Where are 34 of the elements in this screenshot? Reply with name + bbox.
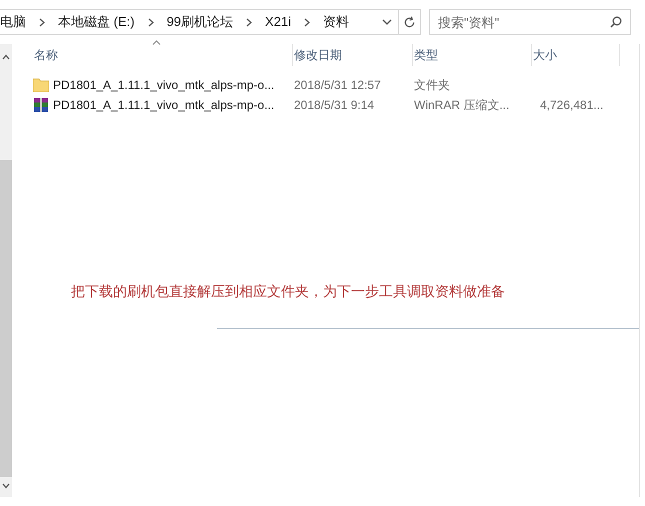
file-name: PD1801_A_1.11.1_vivo_mtk_alps-mp-o... <box>53 97 274 114</box>
scroll-up-icon[interactable] <box>2 54 10 60</box>
chevron-icon <box>304 18 310 26</box>
modified-date: 2018/5/31 12:57 <box>293 77 382 94</box>
column-header[interactable]: 修改日期 <box>293 44 413 66</box>
chevron-icon <box>39 18 45 26</box>
file-size: 4,726,481... <box>539 97 604 114</box>
file-row[interactable]: PD1801_A_1.11.1_vivo_mtk_alps-mp-o... 2018/5/31 9:14 WinRAR 压缩文... 4,726,481... <box>33 95 639 115</box>
column-header[interactable]: 大小 <box>532 44 620 66</box>
file-name: PD1801_A_1.11.1_vivo_mtk_alps-mp-o... <box>53 77 274 94</box>
books-stack-icon <box>33 97 49 113</box>
modified-date: 2018/5/31 9:14 <box>293 97 376 114</box>
search-field[interactable]: 搜索"资料" <box>429 9 631 35</box>
breadcrumb-item[interactable]: 电脑 <box>0 12 26 32</box>
dropdown-caret-icon[interactable] <box>382 19 392 25</box>
breadcrumb-item[interactable]: 资料 <box>323 12 350 32</box>
breadcrumb-item[interactable]: 本地磁盘 (E:) <box>58 12 135 32</box>
refresh-icon[interactable] <box>403 16 416 28</box>
folder-icon <box>33 78 49 92</box>
file-type: WinRAR 压缩文... <box>413 97 510 114</box>
file-type: 文件夹 <box>413 77 451 94</box>
column-header[interactable]: 类型 <box>413 44 532 66</box>
column-header[interactable]: 名称 <box>33 44 293 66</box>
breadcrumb-item[interactable]: X21i <box>265 12 292 32</box>
search-icon <box>610 16 622 28</box>
breadcrumb-item[interactable]: 99刷机论坛 <box>166 12 234 32</box>
chevron-icon <box>148 18 154 26</box>
scroll-down-icon[interactable] <box>2 483 10 489</box>
chevron-icon <box>246 18 252 26</box>
address-bar[interactable]: 电脑 本地磁盘 (E:) 99刷机论坛 X21i 资料 <box>0 9 421 35</box>
file-row[interactable]: PD1801_A_1.11.1_vivo_mtk_alps-mp-o... 2018/5/31 12:57 文件夹 <box>33 75 639 95</box>
annotation-text: 把下载的刷机包直接解压到相应文件夹，为下一步工具调取资料做准备 <box>71 283 505 299</box>
scrollbar[interactable] <box>0 44 12 497</box>
sort-caret-icon <box>152 40 161 45</box>
